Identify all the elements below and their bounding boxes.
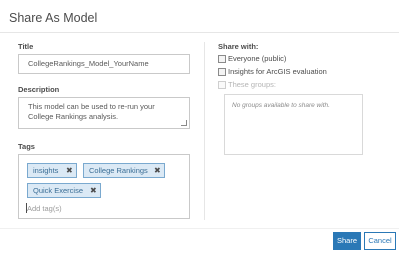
- description-label: Description: [18, 85, 60, 94]
- share-as-model-dialog: Share As Model Title CollegeRankings_Mod…: [0, 0, 399, 254]
- groups-list: No groups available to share with.: [224, 94, 363, 155]
- header-divider: [0, 32, 399, 33]
- tags-label: Tags: [18, 142, 35, 151]
- description-textarea[interactable]: This model can be used to re-run your Co…: [18, 97, 190, 129]
- tag-chip: Quick Exercise ✖: [27, 183, 101, 198]
- tag-label: insights: [33, 166, 59, 175]
- dialog-title: Share As Model: [9, 11, 98, 25]
- column-divider: [204, 42, 205, 220]
- tag-chip: College Rankings ✖: [83, 163, 165, 178]
- share-button[interactable]: Share: [333, 232, 361, 250]
- close-icon[interactable]: ✖: [66, 164, 73, 177]
- tags-input[interactable]: insights ✖ College Rankings ✖ Quick Exer…: [18, 154, 190, 219]
- footer-divider: [0, 228, 399, 229]
- close-icon[interactable]: ✖: [154, 164, 161, 177]
- cancel-button[interactable]: Cancel: [364, 232, 396, 250]
- checkbox: [218, 81, 226, 89]
- description-text: This model can be used to re-run your Co…: [28, 102, 155, 121]
- share-with-label: Share with:: [218, 42, 259, 51]
- checkbox[interactable]: [218, 68, 226, 76]
- tag-chip: insights ✖: [27, 163, 77, 178]
- tag-label: College Rankings: [89, 166, 148, 175]
- checkbox-label: These groups:: [228, 80, 276, 89]
- title-input[interactable]: CollegeRankings_Model_YourName: [18, 54, 190, 74]
- checkbox-label: Everyone (public): [228, 54, 287, 63]
- checkbox-label: Insights for ArcGIS evaluation: [228, 67, 327, 76]
- groups-empty-message: No groups available to share with.: [232, 102, 330, 109]
- resize-handle-icon[interactable]: [181, 120, 187, 126]
- tag-label: Quick Exercise: [33, 186, 84, 195]
- tags-placeholder[interactable]: Add tag(s): [27, 204, 62, 213]
- close-icon[interactable]: ✖: [90, 184, 97, 197]
- checkbox[interactable]: [218, 55, 226, 63]
- title-label: Title: [18, 42, 34, 51]
